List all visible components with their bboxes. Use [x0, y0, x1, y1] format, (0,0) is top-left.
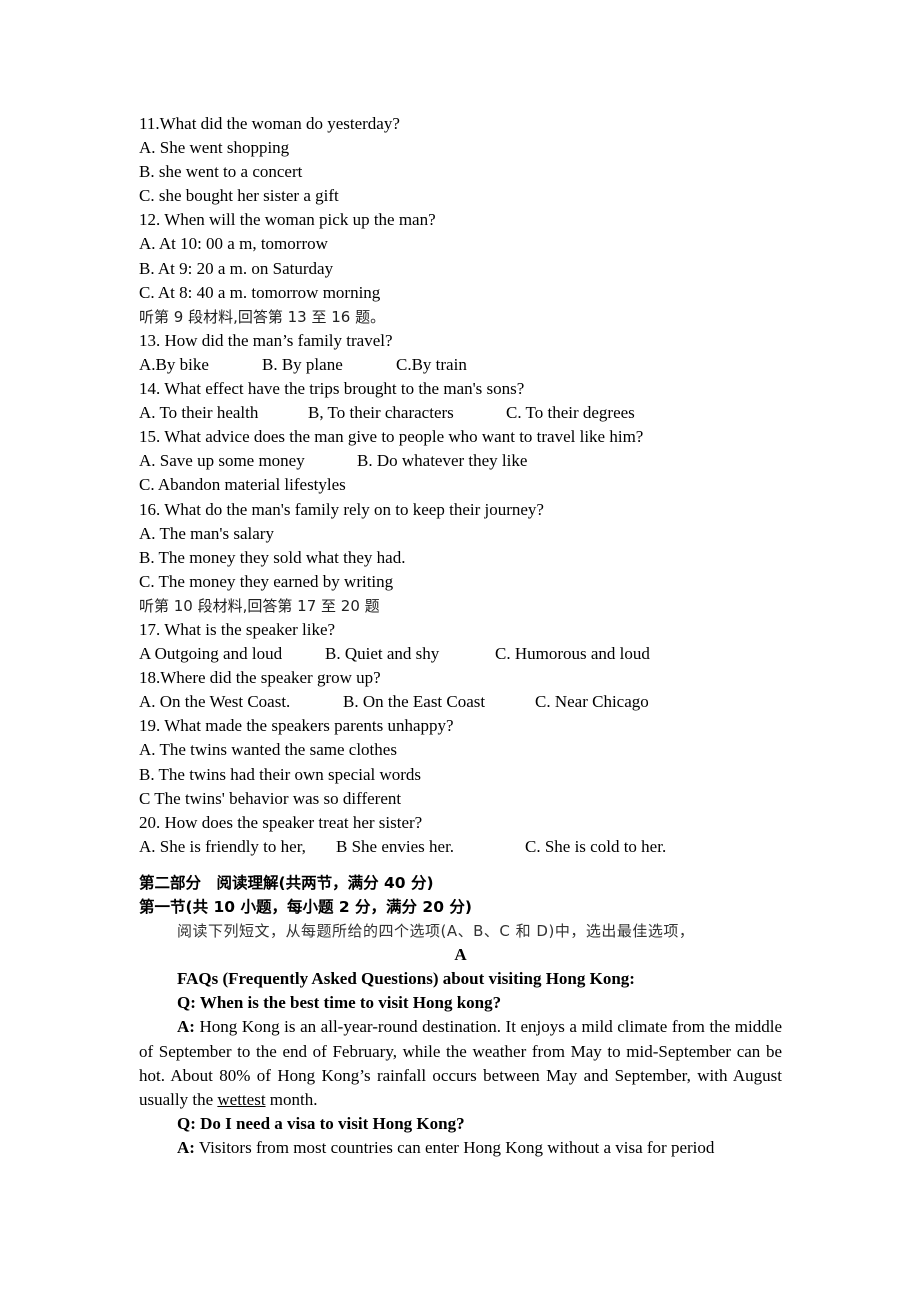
question-11: 11.What did the woman do yesterday?	[139, 114, 400, 133]
q19-option-c: C The twins' behavior was so different	[139, 788, 402, 808]
question-19: 19. What made the speakers parents unhap…	[139, 716, 454, 736]
reading-instruction: 阅读下列短文，从每题所给的四个选项(A、B、C 和 D)中，选出最佳选项，	[177, 922, 695, 941]
answer-2-text: Visitors from most countries can enter H…	[194, 1137, 715, 1157]
faq-question-2: Q: Do I need a visa to visit Hong Kong?	[177, 1113, 465, 1133]
underlined-word: wettest	[217, 1089, 266, 1109]
answer-label: A:	[177, 1137, 195, 1157]
q17-options: A Outgoing and loud B. Quiet and shy C. Hu…	[139, 642, 782, 666]
q20-option-b: B She envies her.	[336, 836, 455, 856]
faq-title: FAQs (Frequently Asked Questions) about …	[177, 969, 635, 989]
q13-option-b: B. By plane	[262, 354, 343, 374]
faq-question-1: Q: When is the best time to visit Hong k…	[177, 993, 502, 1013]
q18-option-a: A. On the West Coast.	[139, 692, 291, 712]
q20-option-c: C. She is cold to her.	[525, 836, 667, 856]
q14-option-b: B, To their characters	[308, 403, 454, 423]
q17-option-a: A Outgoing and loud	[139, 644, 283, 664]
q15-options-ab: A. Save up some money B. Do whatever they…	[139, 449, 782, 473]
q17-option-c: C. Humorous and loud	[495, 644, 650, 664]
q11-option-a: A. She went shopping	[139, 138, 290, 158]
question-16: 16. What do the man's family rely on to …	[139, 499, 544, 519]
question-20: 20. How does the speaker treat her siste…	[139, 812, 423, 832]
q16-option-a: A. The man's salary	[139, 523, 274, 543]
q17-option-b: B. Quiet and shy	[325, 644, 440, 664]
q19-option-a: A. The twins wanted the same clothes	[139, 740, 397, 760]
q19-option-b: B. The twins had their own special words	[139, 764, 422, 784]
passage-label: A	[454, 945, 467, 965]
question-18: 18.Where did the speaker grow up?	[139, 668, 381, 688]
question-12: 12. When will the woman pick up the man?	[139, 210, 436, 230]
q13-option-c: C.By train	[396, 354, 467, 374]
section-1-title: 第一节(共 10 小题，每小题 2 分，满分 20 分)	[139, 898, 472, 916]
question-15: 15. What advice does the man give to peo…	[139, 427, 644, 447]
q20-option-a: A. She is friendly to her,	[139, 836, 306, 856]
answer-label: A:	[177, 1017, 195, 1037]
question-14: 14. What effect have the trips brought t…	[139, 379, 525, 399]
q12-option-a: A. At 10: 00 a m, tomorrow	[139, 234, 328, 254]
q14-option-a: A. To their health	[139, 403, 259, 423]
question-17: 17. What is the speaker like?	[139, 619, 336, 639]
faq-answer-2: A: Visitors from most countries can ente…	[139, 1136, 782, 1160]
q13-options: A.By bike B. By plane C.By train	[139, 353, 782, 377]
q13-option-a: A.By bike	[139, 354, 209, 374]
q20-options: A. She is friendly to her, B She envies h…	[139, 835, 782, 859]
section-10-instruction: 听第 10 段材料,回答第 17 至 20 题	[139, 596, 380, 615]
q18-option-c: C. Near Chicago	[535, 692, 649, 712]
q11-option-b: B. she went to a concert	[139, 162, 303, 182]
q15-option-b: B. Do whatever they like	[357, 451, 528, 471]
q18-option-b: B. On the East Coast	[343, 692, 486, 712]
q18-options: A. On the West Coast. B. On the East Coas…	[139, 690, 782, 714]
q16-option-c: C. The money they earned by writing	[139, 571, 394, 591]
q15-option-a: A. Save up some money	[139, 451, 305, 471]
q16-option-b: B. The money they sold what they had.	[139, 547, 406, 567]
faq-answer-1: A: Hong Kong is an all-year-round destin…	[139, 1015, 782, 1111]
question-13: 13. How did the man’s family travel?	[139, 330, 393, 350]
exam-page: 11.What did the woman do yesterday? A. S…	[139, 112, 782, 1160]
q14-option-c: C. To their degrees	[506, 403, 635, 423]
q12-option-c: C. At 8: 40 a m. tomorrow morning	[139, 282, 381, 302]
answer-1-text-part2: month.	[265, 1089, 318, 1109]
q11-option-c: C. she bought her sister a gift	[139, 186, 339, 206]
part-2-title: 第二部分 阅读理解(共两节，满分 40 分)	[139, 873, 434, 892]
q15-option-c: C. Abandon material lifestyles	[139, 475, 346, 495]
q12-option-b: B. At 9: 20 a m. on Saturday	[139, 258, 334, 278]
section-9-instruction: 听第 9 段材料,回答第 13 至 16 题。	[139, 307, 386, 326]
q14-options: A. To their health B, To their characters…	[139, 401, 782, 425]
